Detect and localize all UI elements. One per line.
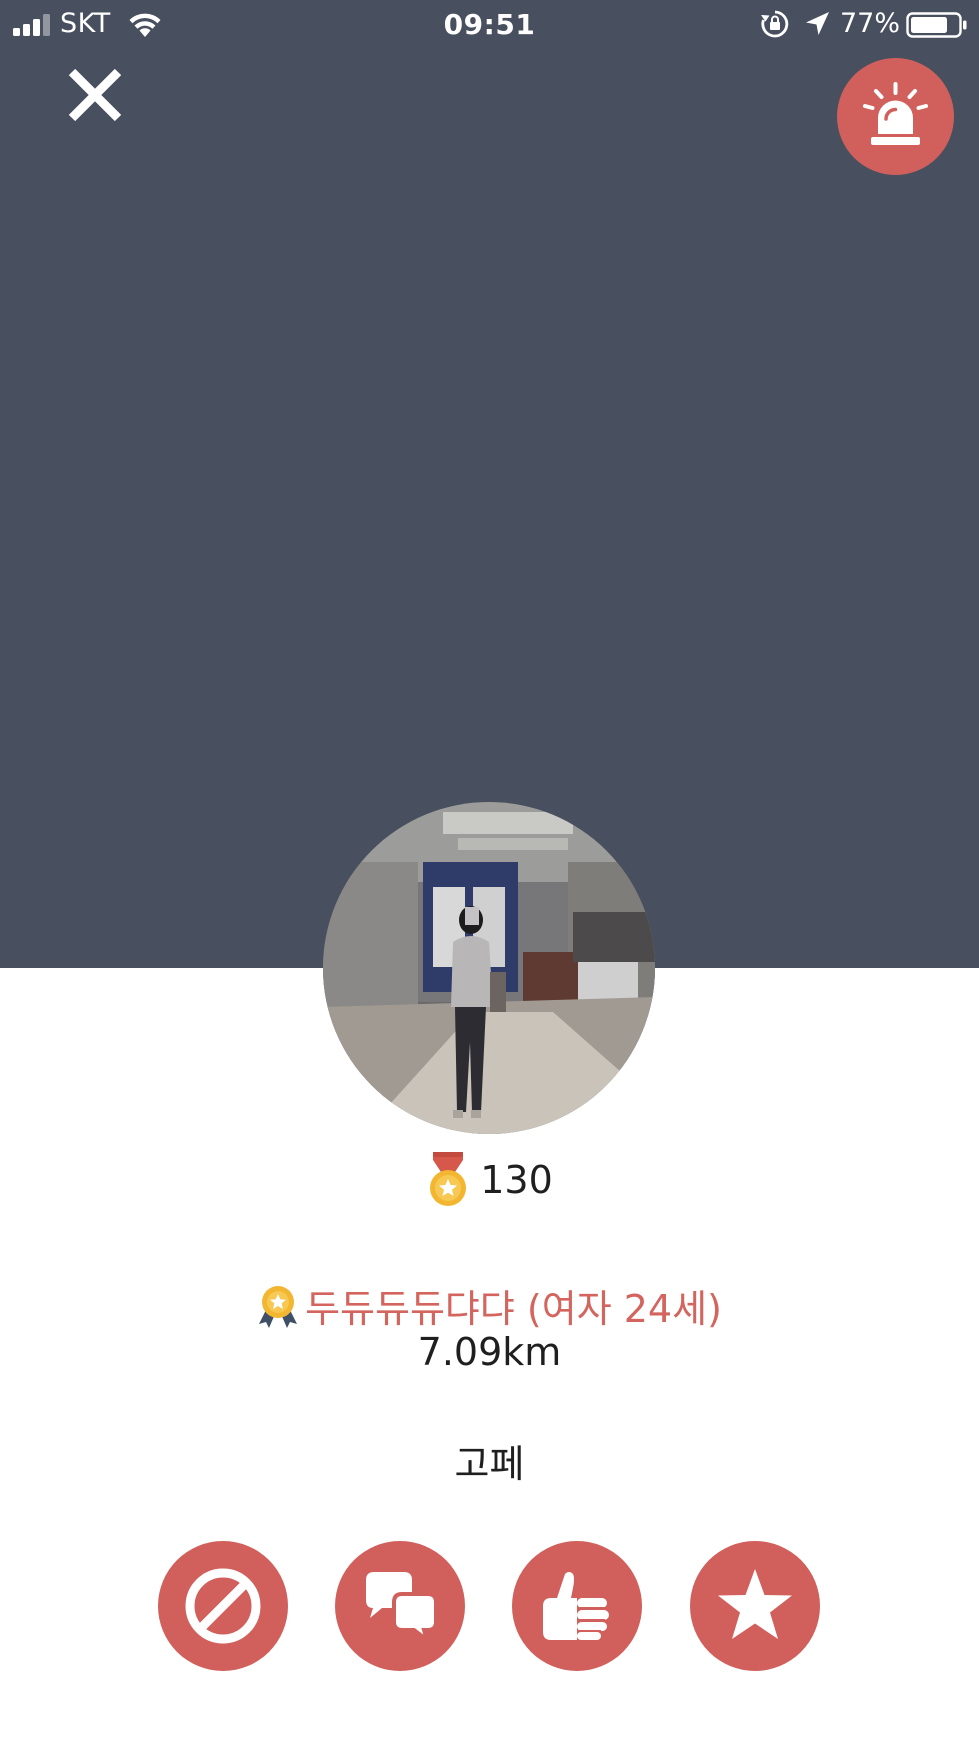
star-icon (718, 1569, 792, 1639)
name-row: 두듀듀듀댜댜 (여자 24세) (0, 1278, 979, 1333)
location-arrow-icon (806, 12, 829, 35)
award-ribbon-icon (259, 1285, 298, 1328)
status-message: 고페 (454, 1442, 525, 1486)
battery-icon (906, 12, 967, 38)
profile-avatar[interactable] (323, 802, 655, 1134)
score-value: 130 (480, 1158, 553, 1202)
status-time: 09:51 (443, 8, 536, 41)
distance-text: 7.09km (417, 1330, 562, 1374)
like-button[interactable] (512, 1541, 642, 1671)
block-icon (185, 1568, 261, 1644)
medal-icon (430, 1152, 467, 1206)
profile-name: 두듀듀듀댜댜 (여자 24세) (305, 1287, 722, 1331)
siren-icon (863, 82, 928, 145)
profile-screen: SKT 09:51 77% 130 두듀듀듀댜댜 (여자 24세) 7.09km… (0, 0, 979, 1742)
battery-percentage: 77% (840, 8, 901, 39)
chat-button[interactable] (335, 1541, 465, 1671)
rotation-lock-icon (761, 10, 789, 38)
close-icon[interactable] (62, 62, 128, 128)
report-button[interactable] (837, 58, 954, 175)
score-row: 130 (0, 1152, 979, 1208)
avatar-photo (323, 802, 655, 1134)
chat-icon (366, 1572, 438, 1646)
status-bar: SKT 09:51 77% (0, 0, 979, 50)
favorite-button[interactable] (690, 1541, 820, 1671)
block-button[interactable] (158, 1541, 288, 1671)
thumbs-up-icon (543, 1572, 609, 1640)
